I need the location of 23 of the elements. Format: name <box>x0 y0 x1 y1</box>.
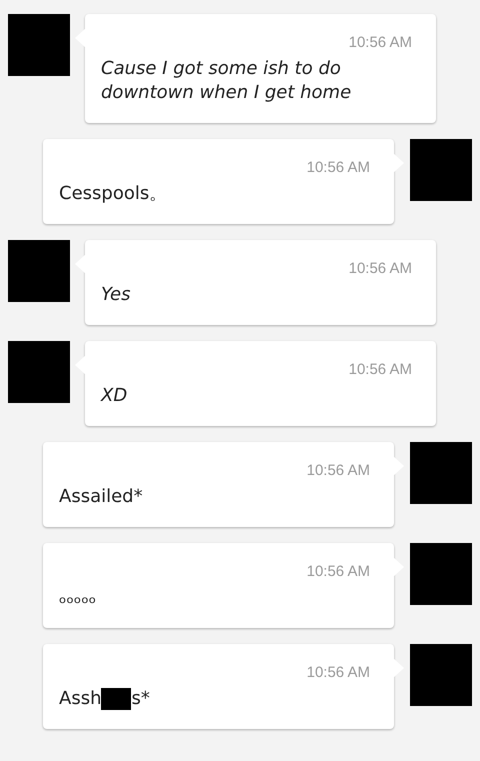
timestamp: 10:56 AM <box>306 664 370 681</box>
redacted-block <box>101 688 132 710</box>
timestamp: 10:56 AM <box>306 159 370 176</box>
avatar <box>8 14 70 76</box>
message-text: Cause I got some ish to do downtown when I get home <box>101 57 352 105</box>
message-text: Cesspools。 <box>59 182 168 206</box>
timestamp: 10:56 AM <box>306 563 370 580</box>
message-text: ₒₒₒₒₒ <box>59 586 98 610</box>
message-text: Assailed* <box>59 485 144 509</box>
avatar <box>410 644 472 706</box>
message-text: Yes <box>101 283 132 307</box>
avatar <box>8 341 70 403</box>
avatar <box>410 442 472 504</box>
timestamp: 10:56 AM <box>348 34 412 51</box>
avatar <box>410 139 472 201</box>
avatar <box>410 543 472 605</box>
message-text: XD <box>101 384 128 408</box>
timestamp: 10:56 AM <box>348 260 412 277</box>
message-text: Assh <box>59 688 102 709</box>
timestamp: 10:56 AM <box>348 361 412 378</box>
timestamp: 10:56 AM <box>306 462 370 479</box>
message-text: s* <box>131 688 150 709</box>
avatar <box>8 240 70 302</box>
